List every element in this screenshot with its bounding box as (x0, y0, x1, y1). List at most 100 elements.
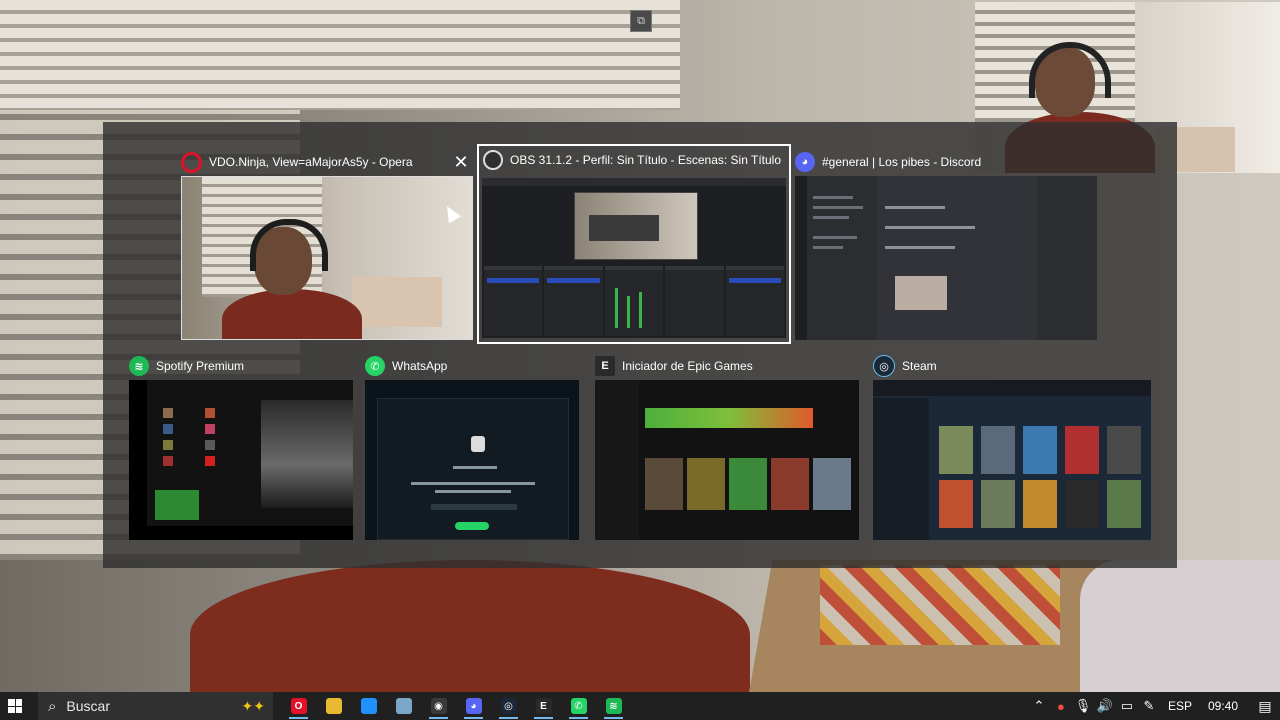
thumb-message (885, 246, 955, 249)
window-thumbnail[interactable] (365, 380, 579, 540)
thumb-dock-highlight (728, 278, 782, 283)
taskbar-search[interactable]: ⌕ Buscar ✦✦ (38, 692, 273, 720)
thumb-dock-highlight (487, 278, 540, 283)
window-title: Iniciador de Epic Games (622, 359, 753, 373)
opera-icon: O (290, 698, 307, 714)
window-thumbnail[interactable] (181, 176, 473, 340)
thumb-game-cover (729, 458, 767, 510)
windows-logo-icon (8, 699, 22, 713)
window-title-bar: OBS 31.1.2 - Perfil: Sin Título - Escena… (483, 146, 783, 174)
thumb-library-list (873, 398, 929, 540)
thumb-tile (205, 408, 215, 418)
discord-icon: ◕ (465, 698, 482, 714)
whatsapp-icon: ✆ (365, 356, 385, 376)
thumb-tile (163, 408, 173, 418)
taskbar-app-discord[interactable]: ◕ (456, 692, 491, 720)
taskbar-app-file-explorer[interactable] (316, 692, 351, 720)
chevron-up-icon[interactable]: ⌃ (1028, 698, 1050, 714)
network-icon[interactable]: ▭ (1116, 698, 1138, 714)
thumb-channel (813, 196, 853, 199)
thumb-image (895, 276, 947, 310)
thumb-server-rail (795, 176, 807, 340)
thumb-lock-panel (377, 398, 569, 540)
window-discord[interactable]: ◕ #general | Los pibes - Discord (795, 148, 1097, 340)
window-thumbnail[interactable] (873, 380, 1151, 540)
window-title-bar: VDO.Ninja, View=aMajorAs5y - Opera (181, 148, 451, 176)
window-obs[interactable]: OBS 31.1.2 - Perfil: Sin Título - Escena… (477, 144, 791, 344)
security-icon[interactable]: ● (1050, 699, 1072, 714)
taskbar-app-photos[interactable] (386, 692, 421, 720)
thumb-text-line (435, 490, 511, 493)
epic-games-icon: E (595, 356, 615, 376)
steam-icon: ◎ (500, 698, 517, 714)
steam-icon: ◎ (873, 355, 895, 377)
thumb-dock-controls (725, 266, 785, 336)
obs-icon (483, 150, 503, 170)
thumb-person-body (222, 289, 362, 339)
pen-icon[interactable]: ✎ (1138, 698, 1160, 714)
thumb-channel (813, 206, 863, 209)
thumb-tile (163, 440, 173, 450)
taskbar-app-epic-games[interactable]: E (526, 692, 561, 720)
notifications-icon[interactable]: ▤ (1250, 698, 1280, 715)
thumb-text-line (453, 466, 497, 469)
window-opera[interactable]: VDO.Ninja, View=aMajorAs5y - Opera ✕ (181, 148, 473, 340)
taskbar-app-desktop-app[interactable] (351, 692, 386, 720)
clock[interactable]: 09:40 (1208, 699, 1238, 713)
taskbar-app-opera[interactable]: O (281, 692, 316, 720)
thumb-game-cover (981, 426, 1015, 474)
thumb-preview (574, 192, 698, 260)
thumb-banner (645, 408, 813, 428)
window-spotify[interactable]: ≋ Spotify Premium (129, 352, 353, 542)
thumb-game-cover (687, 458, 725, 510)
thumb-game-cover (1023, 480, 1057, 528)
thumb-sidebar (595, 380, 639, 540)
start-button[interactable] (0, 692, 30, 720)
thumb-text-line (411, 482, 535, 485)
search-icon: ⌕ (48, 697, 57, 715)
taskbar-app-obs[interactable]: ◉ (421, 692, 456, 720)
thumb-dock-highlight (547, 278, 600, 283)
thumb-dock-mixer (604, 266, 664, 336)
thumb-game-cover (939, 426, 973, 474)
window-thumbnail[interactable] (129, 380, 353, 540)
background-blanket (1080, 560, 1280, 700)
taskbar-app-steam[interactable]: ◎ (491, 692, 526, 720)
thumb-game-cover (1107, 480, 1141, 528)
search-placeholder: Buscar (66, 698, 110, 714)
thumb-artist-image (155, 490, 199, 520)
close-window-button[interactable]: ✕ (453, 153, 469, 171)
volume-icon[interactable]: 🔊 (1094, 698, 1116, 714)
desktop-app-icon (360, 698, 377, 714)
thumb-audio-meter (626, 296, 630, 328)
thumb-message (885, 206, 945, 209)
microphone-icon[interactable]: 🎙 (1072, 698, 1094, 714)
thumb-tile (205, 424, 215, 434)
taskbar-app-whatsapp[interactable]: ✆ (561, 692, 596, 720)
spotify-icon: ≋ (129, 356, 149, 376)
taskbar-app-spotify[interactable]: ≋ (596, 692, 631, 720)
background-window-frame (0, 0, 680, 110)
thumb-game-cover (771, 458, 809, 510)
thumb-player-bar (129, 526, 353, 540)
window-thumbnail[interactable] (795, 176, 1097, 340)
thumb-member-list (1037, 176, 1097, 340)
task-switcher: VDO.Ninja, View=aMajorAs5y - Opera ✕ OBS… (103, 122, 1177, 568)
window-epic-games[interactable]: E Iniciador de Epic Games (595, 352, 859, 542)
window-thumbnail[interactable] (482, 178, 786, 338)
thumb-message (885, 226, 975, 229)
thumb-tile (205, 440, 215, 450)
window-thumbnail[interactable] (595, 380, 859, 540)
window-title: OBS 31.1.2 - Perfil: Sin Título - Escena… (510, 153, 782, 167)
thumb-tile (205, 456, 215, 466)
spotify-icon: ≋ (605, 698, 622, 714)
language-indicator[interactable]: ESP (1168, 699, 1192, 713)
snap-layout-icon[interactable]: ⧉ (630, 10, 652, 32)
window-steam[interactable]: ◎ Steam (873, 352, 1151, 542)
photos-icon (395, 698, 412, 714)
thumb-sidebar (129, 380, 147, 540)
thumb-text-line (431, 504, 517, 510)
thumb-game-cover (1107, 426, 1141, 474)
window-whatsapp[interactable]: ✆ WhatsApp (365, 352, 579, 542)
window-title: WhatsApp (392, 359, 448, 373)
